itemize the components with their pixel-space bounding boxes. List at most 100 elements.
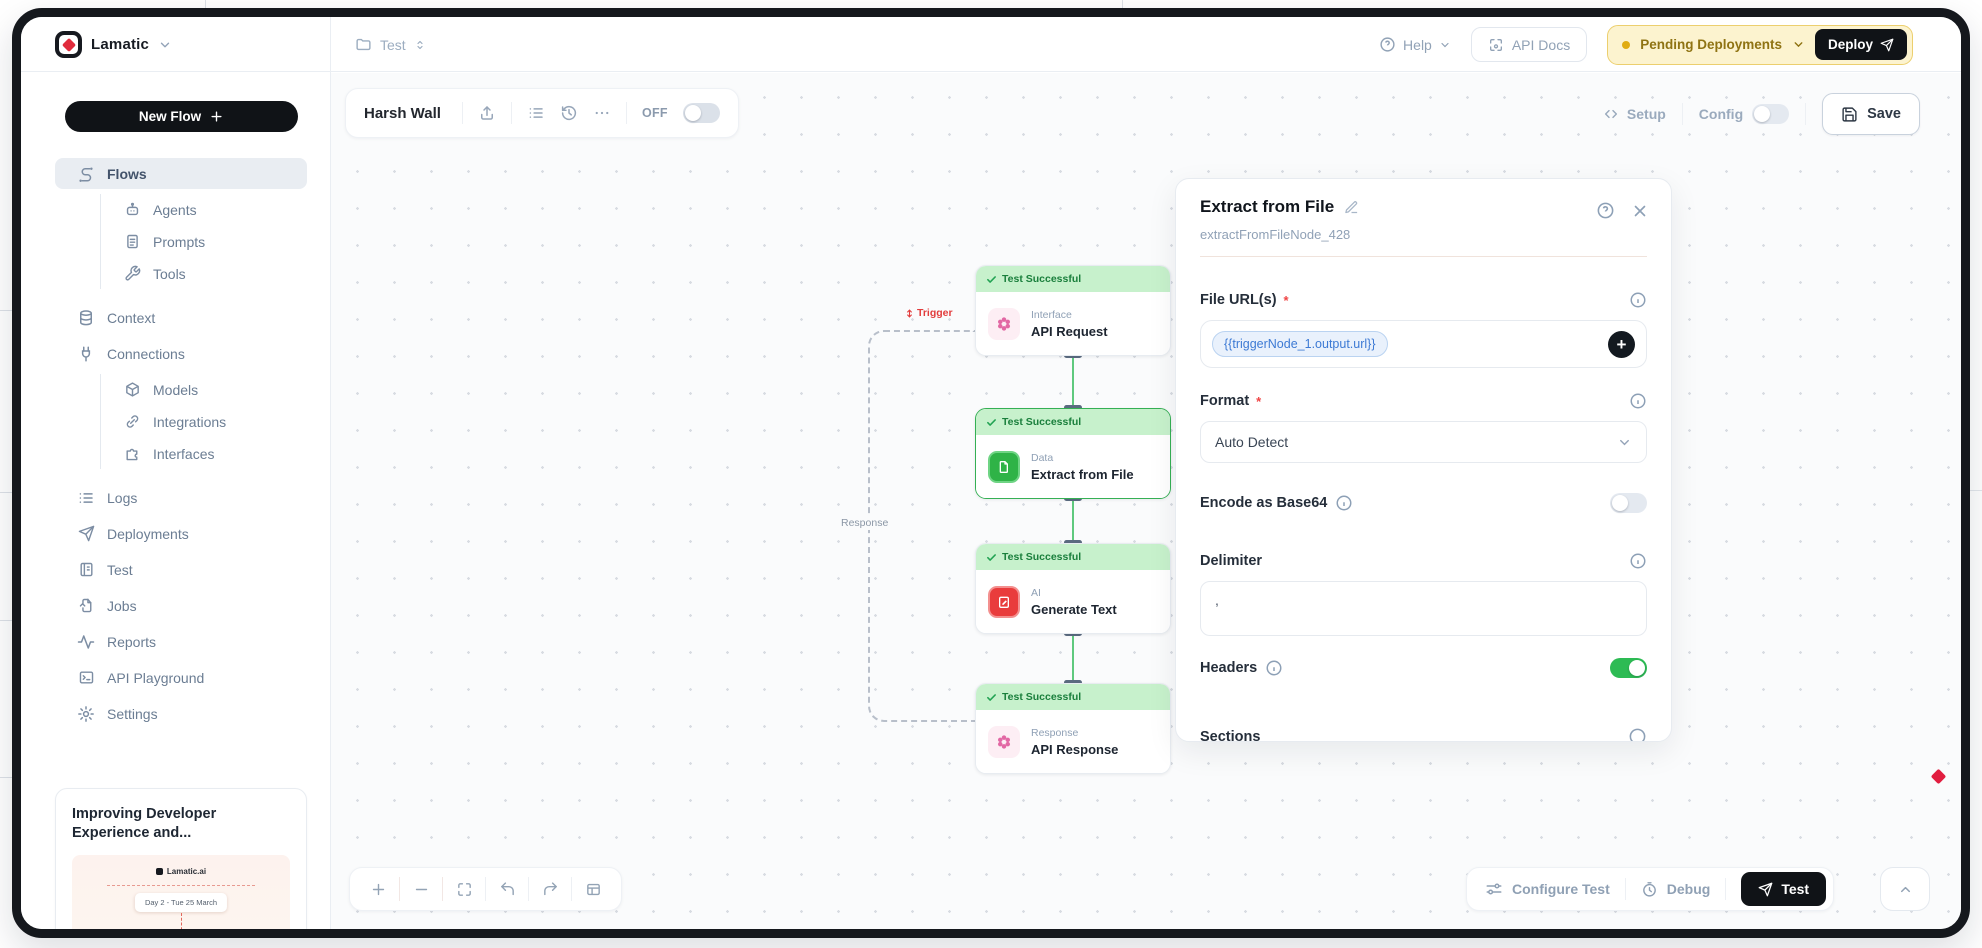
activity-icon [77, 633, 95, 651]
help-menu[interactable]: Help [1379, 36, 1451, 53]
node-id-label: extractFromFileNode_428 [1200, 227, 1350, 242]
sidebar-item-settings[interactable]: Settings [55, 698, 307, 729]
test-button[interactable]: Test [1741, 872, 1826, 906]
interface-node-icon [988, 308, 1020, 340]
sidebar-item-connections[interactable]: Connections [55, 338, 307, 369]
check-icon [986, 417, 997, 428]
sidebar-item-label: Prompts [153, 234, 205, 250]
canvas-test-toolbar: Configure Test Debug Test [1466, 867, 1834, 911]
sidebar-item-logs[interactable]: Logs [55, 482, 307, 513]
notes-grid-button[interactable] [572, 874, 614, 904]
check-icon [986, 274, 997, 285]
sidebar-item-agents[interactable]: Agents [101, 194, 307, 225]
sidebar-item-test[interactable]: Test [55, 554, 307, 585]
setup-button[interactable]: Setup [1603, 106, 1666, 122]
new-flow-label: New Flow [139, 109, 201, 124]
chevron-up-icon [1898, 882, 1913, 897]
cube-icon [123, 381, 141, 399]
promo-brand-label: Lamatic.ai [72, 867, 290, 876]
headers-toggle[interactable] [1610, 658, 1647, 678]
variable-chip[interactable]: {{triggerNode_1.output.url}} [1212, 331, 1388, 357]
brand[interactable]: Lamatic [55, 17, 172, 72]
code-icon [1603, 106, 1619, 122]
panel-help-icon[interactable] [1596, 201, 1615, 220]
flow-node-api-response[interactable]: Test Successful Response API Response [975, 683, 1171, 774]
close-icon[interactable] [1631, 202, 1649, 220]
config-toggle[interactable] [1752, 104, 1789, 124]
file-text-icon [123, 233, 141, 251]
flow-node-generate-text[interactable]: Test Successful AI Generate Text [975, 543, 1171, 634]
flow-canvas[interactable] [331, 73, 1961, 929]
node-category: Interface [1031, 309, 1108, 321]
sidebar-item-prompts[interactable]: Prompts [101, 226, 307, 257]
flow-name[interactable]: Harsh Wall [364, 105, 447, 122]
format-select[interactable]: Auto Detect [1200, 421, 1647, 463]
puzzle-icon [123, 445, 141, 463]
sidebar-item-models[interactable]: Models [101, 374, 307, 405]
robot-icon [123, 201, 141, 219]
sidebar-item-api-playground[interactable]: API Playground [55, 662, 307, 693]
flow-node-api-request[interactable]: Test Successful Interface API Request [975, 265, 1171, 356]
info-icon[interactable] [1335, 494, 1353, 512]
flow-node-extract-from-file[interactable]: Test Successful Data Extract from File [975, 408, 1171, 499]
promo-card[interactable]: Improving Developer Experience and... La… [55, 788, 307, 938]
history-button[interactable] [560, 104, 578, 122]
file-url-label: File URL(s) [1200, 292, 1277, 308]
pending-deployments-pill[interactable]: Pending Deployments Deploy [1607, 25, 1913, 65]
api-docs-button[interactable]: API Docs [1471, 27, 1587, 62]
flow-header-toolbar: Harsh Wall OFF [345, 88, 739, 138]
info-icon[interactable] [1629, 552, 1647, 570]
top-bar: Lamatic Test Help [21, 17, 1961, 72]
edit-pencil-icon[interactable] [1344, 200, 1359, 215]
zoom-out-button[interactable] [400, 874, 442, 904]
sidebar-item-label: Connections [107, 346, 185, 362]
sidebar-item-context[interactable]: Context [55, 302, 307, 333]
sidebar-item-tools[interactable]: Tools [101, 258, 307, 289]
delimiter-input[interactable]: , [1200, 581, 1647, 636]
fit-view-button[interactable] [443, 874, 485, 904]
encode-base64-toggle[interactable] [1610, 493, 1647, 513]
save-button[interactable]: Save [1822, 93, 1920, 135]
undo-button[interactable] [486, 874, 528, 904]
sidebar-item-flows[interactable]: Flows [55, 158, 307, 189]
divider [1805, 103, 1806, 125]
deploy-button[interactable]: Deploy [1815, 29, 1907, 60]
info-icon[interactable] [1629, 392, 1647, 410]
sidebar-item-jobs[interactable]: Jobs [55, 590, 307, 621]
list-view-button[interactable] [527, 104, 545, 122]
collapse-panel-button[interactable] [1880, 867, 1930, 911]
panel-title: Extract from File [1200, 197, 1334, 217]
config-toggle-group: Config [1699, 104, 1789, 124]
sidebar-item-interfaces[interactable]: Interfaces [101, 438, 307, 469]
file-url-input[interactable]: {{triggerNode_1.output.url}} + [1200, 320, 1647, 368]
response-node-icon [988, 726, 1020, 758]
terminal-icon [77, 669, 95, 687]
plug-icon [77, 345, 95, 363]
divider [1725, 878, 1726, 900]
configure-test-button[interactable]: Configure Test [1485, 880, 1610, 898]
wrench-icon [123, 265, 141, 283]
sidebar-item-reports[interactable]: Reports [55, 626, 307, 657]
redo-button[interactable] [529, 874, 571, 904]
chevron-circle-icon[interactable] [1628, 727, 1647, 742]
new-flow-button[interactable]: New Flow [65, 101, 298, 132]
more-options-button[interactable] [593, 104, 611, 122]
response-edge-label: Response [837, 516, 892, 530]
project-tab-test[interactable]: Test [355, 17, 426, 72]
sliders-icon [1485, 880, 1503, 898]
lamatic-logo-icon [55, 31, 82, 58]
flow-enabled-toggle[interactable] [683, 103, 720, 123]
debug-button[interactable]: Debug [1641, 881, 1711, 898]
sidebar-item-label: Interfaces [153, 446, 214, 462]
clock-icon [1641, 881, 1658, 898]
info-icon[interactable] [1265, 659, 1283, 677]
info-icon[interactable] [1629, 291, 1647, 309]
edge-line [1072, 633, 1074, 683]
sidebar-item-label: Jobs [107, 598, 137, 614]
chevron-down-icon [1617, 435, 1632, 450]
add-url-button[interactable]: + [1608, 331, 1635, 358]
sidebar-item-integrations[interactable]: Integrations [101, 406, 307, 437]
share-button[interactable] [478, 104, 496, 122]
zoom-in-button[interactable] [357, 874, 399, 904]
sidebar-item-deployments[interactable]: Deployments [55, 518, 307, 549]
